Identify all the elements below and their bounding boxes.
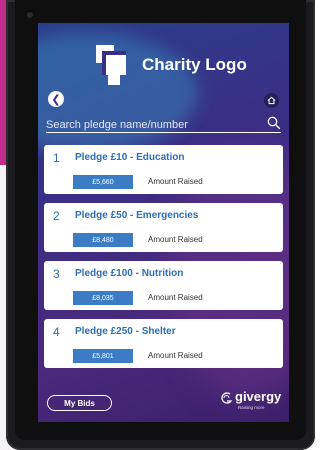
- my-bids-button[interactable]: My Bids: [47, 395, 112, 411]
- pledge-title: Pledge £10 - Education: [75, 152, 185, 163]
- back-button[interactable]: ❮: [48, 91, 64, 107]
- givergy-mark-icon: [221, 392, 233, 404]
- camera-dot: [27, 12, 33, 18]
- search-input[interactable]: [46, 116, 256, 134]
- home-icon: [267, 96, 276, 105]
- search-bar: [46, 115, 281, 134]
- amount-raised-value: £8,480: [73, 233, 133, 247]
- amount-raised-value: £5,801: [73, 349, 133, 363]
- charity-logo-mark-icon: [94, 45, 134, 85]
- amount-raised-label: Amount Raised: [148, 293, 203, 302]
- pledge-number: 1: [53, 151, 60, 165]
- pledge-card[interactable]: 3 Pledge £100 - Nutrition £8,035 Amount …: [44, 261, 283, 310]
- app-screen: Charity Logo ❮ 1 Pledge £10 - Education …: [38, 23, 289, 422]
- amount-raised-value: £8,035: [73, 291, 133, 305]
- chevron-left-icon: ❮: [51, 93, 61, 106]
- pledge-title: Pledge £100 - Nutrition: [75, 268, 184, 279]
- amount-raised-label: Amount Raised: [148, 235, 203, 244]
- givergy-logo: givergy Raising more: [221, 388, 281, 416]
- amount-raised-label: Amount Raised: [148, 177, 203, 186]
- pledge-title: Pledge £250 - Shelter: [75, 326, 176, 337]
- givergy-tagline: Raising more: [238, 405, 265, 410]
- pledge-number: 2: [53, 209, 60, 223]
- givergy-brand-name: givergy: [235, 389, 282, 404]
- amount-raised-value: £5,660: [73, 175, 133, 189]
- amount-raised-label: Amount Raised: [148, 351, 203, 360]
- charity-logo: Charity Logo: [38, 43, 289, 91]
- charity-logo-text: Charity Logo: [142, 55, 247, 74]
- pledge-number: 4: [53, 325, 60, 339]
- pledge-card[interactable]: 2 Pledge £50 - Emergencies £8,480 Amount…: [44, 203, 283, 252]
- pledge-card[interactable]: 1 Pledge £10 - Education £5,660 Amount R…: [44, 145, 283, 194]
- pledge-number: 3: [53, 267, 60, 281]
- pledge-card[interactable]: 4 Pledge £250 - Shelter £5,801 Amount Ra…: [44, 319, 283, 368]
- home-button[interactable]: [264, 93, 279, 108]
- pledge-title: Pledge £50 - Emergencies: [75, 210, 199, 221]
- search-icon[interactable]: [267, 116, 281, 130]
